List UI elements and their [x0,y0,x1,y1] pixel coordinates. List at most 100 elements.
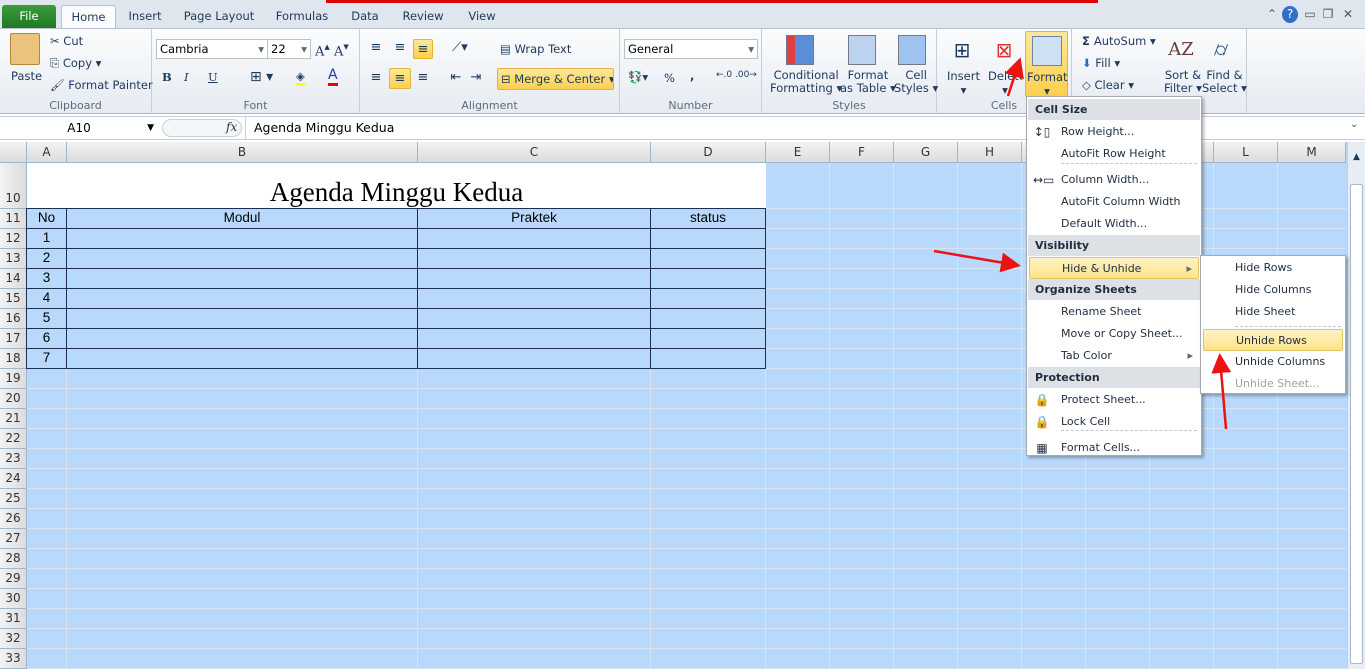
table-header-cell[interactable]: No [26,208,67,229]
sheet-title-cell[interactable]: Agenda Minggu Kedua [27,163,766,209]
align-middle-icon[interactable]: ≡ [390,37,410,57]
menu-item-protect-sheet[interactable]: Protect Sheet... 🔒 [1029,389,1199,411]
row-header-10[interactable]: 10 [0,163,27,209]
row-header-23[interactable]: 23 [0,449,27,469]
column-header-L[interactable]: L [1214,142,1278,163]
copy-button[interactable]: ⎘ Copy ▾ [50,56,101,71]
name-box[interactable]: A10 ▼ [0,118,158,138]
tab-insert[interactable]: Insert [118,5,172,28]
fill-color-icon[interactable]: ◈ [296,69,305,86]
italic-button[interactable]: I [184,70,189,84]
row-header-18[interactable]: 18 [0,349,27,369]
column-header-H[interactable]: H [958,142,1022,163]
wrap-text-button[interactable]: ▤ Wrap Text [500,42,571,56]
tab-file[interactable]: File [2,5,56,28]
align-top-icon[interactable]: ≡ [366,37,386,57]
row-header-12[interactable]: 12 [0,229,27,249]
table-cell[interactable] [66,308,418,329]
column-header-M[interactable]: M [1278,142,1346,163]
align-center-icon[interactable]: ≡ [389,68,411,89]
increase-decimal-icon[interactable]: ←.0 .00→ [716,70,757,80]
decrease-indent-icon[interactable]: ⇤ [446,67,466,87]
merge-center-button[interactable]: ⊟ Merge & Center ▾ [497,68,614,90]
insert-button[interactable]: Insert ▾ [947,69,980,97]
borders-icon[interactable]: ⊞ ▾ [250,69,273,85]
insert-function-button[interactable]: fx [226,120,237,134]
minimize-ribbon-icon[interactable]: ⌃ [1264,6,1280,23]
row-header-30[interactable]: 30 [0,589,27,609]
table-cell[interactable] [66,248,418,269]
table-cell[interactable] [417,288,651,309]
table-cell[interactable] [66,228,418,249]
column-header-C[interactable]: C [418,142,651,163]
table-cell[interactable]: 2 [26,248,67,269]
column-header-G[interactable]: G [894,142,958,163]
row-header-11[interactable]: 11 [0,209,27,229]
autosum-button[interactable]: Σ AutoSum ▾ [1082,34,1156,48]
increase-indent-icon[interactable]: ⇥ [466,67,486,87]
row-header-22[interactable]: 22 [0,429,27,449]
table-cell[interactable] [66,268,418,289]
menu-item-hide-unhide[interactable]: Hide & Unhide ▸ [1029,257,1199,279]
table-cell[interactable]: 3 [26,268,67,289]
select-all-button[interactable] [0,142,27,163]
tab-formulas[interactable]: Formulas [266,5,338,28]
table-cell[interactable]: 7 [26,348,67,369]
menu-item-tab-color[interactable]: Tab Color ▸ [1029,345,1199,367]
table-cell[interactable]: 6 [26,328,67,349]
clear-button[interactable]: ◇ Clear ▾ [1082,78,1134,92]
table-cell[interactable] [417,328,651,349]
font-color-icon[interactable]: A [328,67,338,86]
column-header-D[interactable]: D [651,142,766,163]
table-cell[interactable] [650,248,766,269]
table-cell[interactable]: 1 [26,228,67,249]
format-painter-button[interactable]: 🖌 Format Painter [50,78,153,92]
sort-filter-button[interactable]: Sort & Filter ▾ [1164,69,1202,95]
menu-item-column-width[interactable]: Column Width... ↔▭ [1029,169,1199,191]
tab-review[interactable]: Review [392,5,454,28]
expand-formula-icon[interactable]: ⌄ [1350,119,1362,130]
minimize-icon[interactable]: ▭ [1302,6,1318,23]
tab-view[interactable]: View [456,5,508,28]
table-cell[interactable] [66,328,418,349]
row-header-19[interactable]: 19 [0,369,27,389]
align-bottom-icon[interactable]: ≡ [413,39,433,59]
close-icon[interactable]: ✕ [1340,6,1356,23]
scroll-thumb[interactable] [1350,184,1363,664]
column-header-B[interactable]: B [67,142,418,163]
font-name-select[interactable]: Cambria ▾ [156,39,268,59]
row-header-15[interactable]: 15 [0,289,27,309]
grow-font-icon[interactable]: A▴ A▾ [315,40,349,59]
table-cell[interactable]: 4 [26,288,67,309]
number-format-select[interactable]: General ▾ [624,39,758,59]
table-cell[interactable] [650,228,766,249]
format-button[interactable]: Format ▾ [1025,31,1068,98]
currency-icon[interactable]: 💱▾ [628,70,648,84]
comma-button[interactable]: , [690,69,694,83]
menu-item-row-height[interactable]: Row Height... ↕▯ [1029,121,1199,143]
table-cell[interactable]: 5 [26,308,67,329]
table-cell[interactable] [650,308,766,329]
column-header-E[interactable]: E [766,142,830,163]
find-select-button[interactable]: Find & Select ▾ [1202,69,1247,95]
submenu-item-hide-rows[interactable]: Hide Rows [1203,257,1343,279]
table-cell[interactable] [650,288,766,309]
submenu-item-unhide-columns[interactable]: Unhide Columns [1203,351,1343,373]
font-size-select[interactable]: 22 ▾ [267,39,311,59]
table-cell[interactable] [66,288,418,309]
menu-item-autofit-row-height[interactable]: AutoFit Row Height [1029,143,1199,165]
orientation-icon[interactable]: ⟋▾ [448,37,472,57]
row-header-17[interactable]: 17 [0,329,27,349]
cut-button[interactable]: ✂ Cut [50,34,83,48]
align-left-icon[interactable]: ≡ [366,67,386,87]
delete-button[interactable]: Delete▾ [988,69,1022,97]
format-as-table-button[interactable]: Format as Table ▾ [840,69,896,95]
table-cell[interactable] [417,228,651,249]
row-header-20[interactable]: 20 [0,389,27,409]
row-header-24[interactable]: 24 [0,469,27,489]
row-header-28[interactable]: 28 [0,549,27,569]
row-header-21[interactable]: 21 [0,409,27,429]
submenu-item-hide-columns[interactable]: Hide Columns [1203,279,1343,301]
row-header-27[interactable]: 27 [0,529,27,549]
menu-item-autofit-column-width[interactable]: AutoFit Column Width [1029,191,1199,213]
